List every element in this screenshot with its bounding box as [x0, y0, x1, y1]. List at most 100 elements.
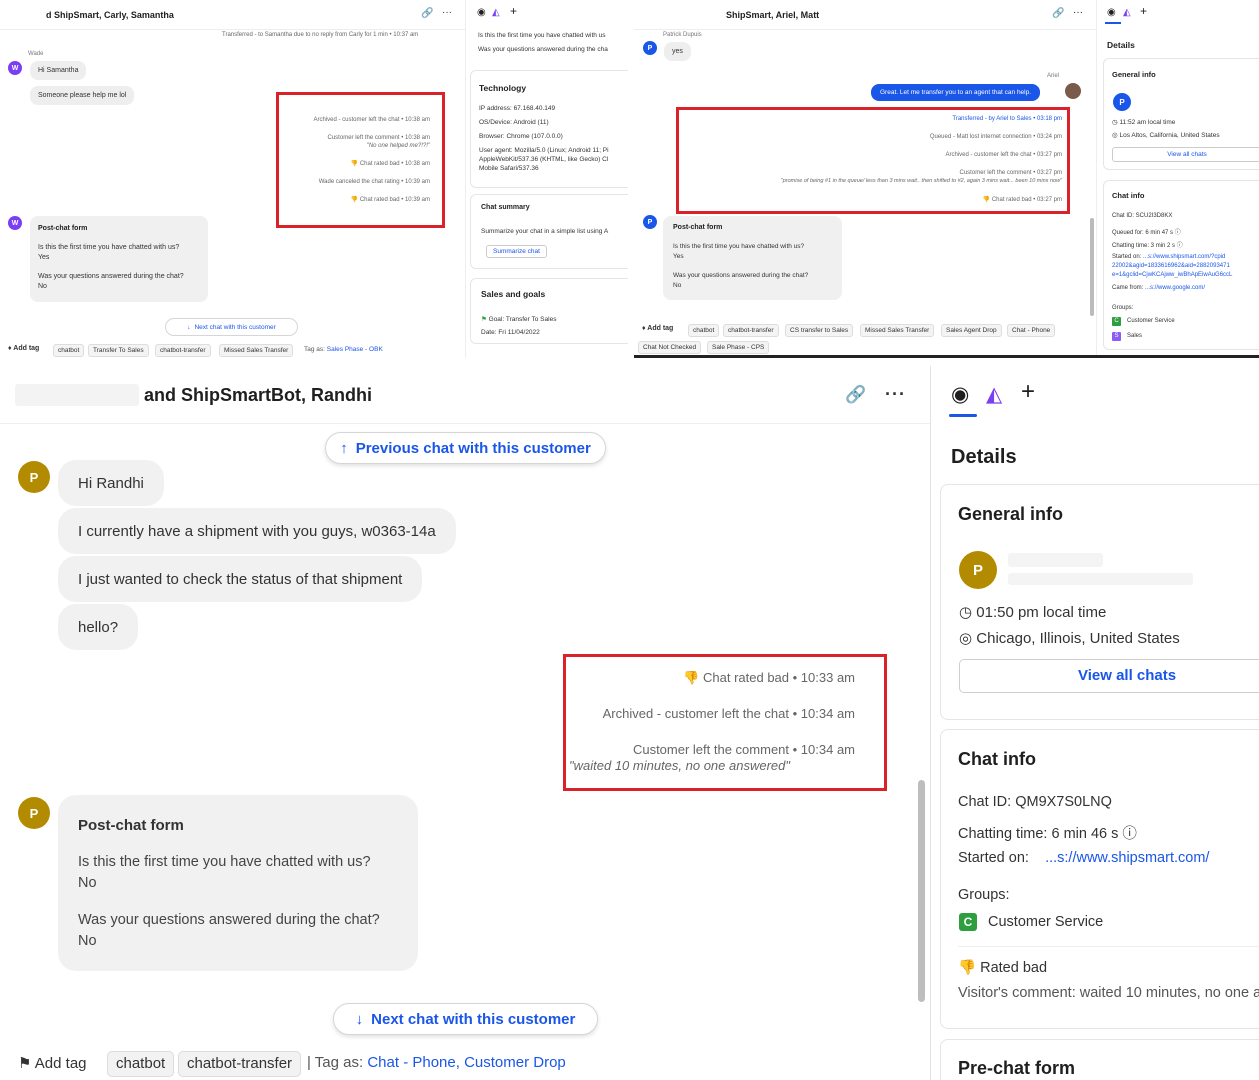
- avatar: P: [959, 551, 997, 589]
- started-link-cont[interactable]: e=1&gclid=CjwKCAjww_iwBhApEiwAuG6ccL: [1112, 272, 1232, 278]
- visitor-comment-text: waited 10 minutes, no one a: [1079, 985, 1259, 1001]
- came-from: Came from: ...s://www.google.com/: [1112, 285, 1205, 291]
- tag[interactable]: Missed Sales Transfer: [219, 344, 294, 357]
- info-icon[interactable]: ⓘ: [1122, 826, 1137, 842]
- chatting-text: Chatting time: 3 min 2 s: [1112, 243, 1176, 249]
- summary-text: Summarize your chat in a simple list usi…: [481, 228, 609, 235]
- tag[interactable]: chatbot: [107, 1051, 175, 1077]
- customer-tab-icon[interactable]: ◉: [951, 382, 969, 407]
- redacted-customer-name: [1008, 553, 1103, 567]
- add-tag-button[interactable]: ♦ Add tag: [642, 325, 673, 332]
- local-time-text: 11:52 am local time: [1119, 119, 1176, 126]
- link-icon[interactable]: 🔗: [845, 385, 866, 405]
- apps-tab-icon[interactable]: ◭: [1123, 7, 1131, 18]
- apps-tab-icon[interactable]: ◭: [492, 7, 500, 18]
- message-bubble: hello?: [58, 604, 139, 650]
- tag-as: | Tag as: Chat - Phone, Customer Drop: [307, 1054, 566, 1071]
- started-link[interactable]: ...s://www.shipsmart.com/: [1045, 850, 1209, 866]
- apps-tab-icon[interactable]: ◭: [986, 382, 1002, 407]
- chat-id: Chat ID: QM9X7S0LNQ: [958, 794, 1112, 810]
- view-all-chats-button[interactable]: View all chats: [959, 659, 1259, 693]
- scrollbar[interactable]: [918, 780, 925, 1002]
- group-name: Customer Service: [988, 914, 1104, 930]
- queued-time: Queued for: 6 min 47 s ⓘ: [1112, 227, 1181, 236]
- general-info-card: General info P ◷ 01:50 pm local time ◎ C…: [940, 484, 1259, 720]
- chatting-time: Chatting time: 6 min 46 s ⓘ: [958, 822, 1137, 843]
- form-answer: No: [38, 283, 47, 290]
- rated-bad: 👎 Rated bad: [958, 959, 1047, 976]
- add-tab-icon[interactable]: +: [1021, 378, 1035, 406]
- next-chat-button[interactable]: ↓ Next chat with this customer: [333, 1003, 598, 1035]
- more-icon[interactable]: ···: [442, 7, 452, 18]
- avatar: P: [643, 41, 657, 55]
- tag[interactable]: Sales Agent Drop: [941, 324, 1002, 337]
- location-text: Los Altos, California, United States: [1119, 132, 1220, 139]
- tag-as-value[interactable]: Sales Phase - OBK: [327, 346, 383, 353]
- tag[interactable]: chatbot: [688, 324, 720, 337]
- card-title: Chat info: [958, 749, 1036, 769]
- message-bubble: Hi Samantha: [30, 61, 87, 80]
- location-pin-icon: ◎: [959, 630, 973, 647]
- redacted-name: [15, 384, 139, 406]
- chatting-time: Chatting time: 3 min 2 s ⓘ: [1112, 240, 1183, 249]
- group-badge: S: [1112, 332, 1121, 341]
- card-title: Chat summary: [481, 204, 530, 211]
- scrollbar[interactable]: [1090, 218, 1094, 316]
- tag[interactable]: chatbot-transfer: [155, 344, 211, 357]
- highlight-box: [276, 92, 445, 228]
- general-info-card: General info P ◷ 11:52 am local time ◎ L…: [1103, 58, 1259, 170]
- add-tab-icon[interactable]: +: [510, 4, 517, 18]
- came-link[interactable]: ...s://www.google.com/: [1145, 285, 1205, 291]
- tag[interactable]: Chat Not Checked: [638, 341, 702, 354]
- highlight-box: [676, 107, 1070, 214]
- add-tag-button[interactable]: ♦ Add tag: [8, 345, 39, 352]
- started-link-cont[interactable]: 22002&agid=1833616962&aid=2882093471: [1112, 263, 1230, 269]
- form-question: Is this the first time you have chatted …: [78, 854, 371, 870]
- more-icon[interactable]: ···: [1073, 7, 1083, 18]
- tag-as-value[interactable]: Chat - Phone, Customer Drop: [367, 1054, 565, 1071]
- link-icon[interactable]: 🔗: [421, 8, 433, 19]
- sender-name: Patrick Dupuis: [663, 32, 702, 38]
- group-badge: C: [959, 913, 977, 931]
- flag-icon: ⚑: [481, 316, 487, 323]
- divider: [958, 946, 1259, 947]
- add-tag-label: Add tag: [647, 325, 674, 332]
- details-heading: Details: [951, 446, 1017, 468]
- customer-tab-icon[interactable]: ◉: [1107, 7, 1116, 18]
- add-tag-label: Add tag: [13, 345, 40, 352]
- tab-underline: [1105, 22, 1121, 24]
- tag[interactable]: chatbot-transfer: [723, 324, 779, 337]
- add-tag-button[interactable]: ⚑ Add tag: [18, 1054, 87, 1072]
- message-bubble: I currently have a shipment with you guy…: [58, 508, 456, 554]
- thumbs-down-icon: 👎: [958, 960, 977, 976]
- tag[interactable]: Sale Phase - CPS: [707, 341, 770, 354]
- view-all-chats-button[interactable]: View all chats: [1112, 147, 1259, 162]
- location: ◎ Los Altos, California, United States: [1112, 131, 1220, 139]
- visitor-comment: Visitor's comment: waited 10 minutes, no…: [958, 985, 1259, 1001]
- info-icon[interactable]: ⓘ: [1177, 243, 1183, 249]
- post-chat-form: Post-chat form Is this the first time yo…: [30, 216, 208, 302]
- details-heading: Details: [1107, 40, 1135, 50]
- started-link[interactable]: ...s://www.shipsmart.com/?cpid: [1143, 254, 1225, 260]
- tag[interactable]: CS transfer to Sales: [785, 324, 854, 337]
- summarize-button[interactable]: Summarize chat: [486, 245, 547, 258]
- link-icon[interactable]: 🔗: [1052, 8, 1064, 19]
- transfer-note: Transferred - to Samantha due to no repl…: [222, 32, 419, 38]
- tag[interactable]: chatbot: [53, 344, 85, 357]
- customer-tab-icon[interactable]: ◉: [477, 7, 486, 18]
- previous-chat-button[interactable]: ↑ Previous chat with this customer: [325, 432, 606, 464]
- tag-as: Tag as: Sales Phase - OBK: [304, 346, 383, 353]
- group-name: Customer Service: [1127, 318, 1175, 324]
- tag[interactable]: Chat - Phone: [1007, 324, 1056, 337]
- next-chat-button[interactable]: ↓ Next chat with this customer: [165, 318, 298, 336]
- chat-header: and ShipSmartBot, Randhi 🔗 ···: [0, 366, 930, 424]
- tag[interactable]: chatbot-transfer: [178, 1051, 302, 1077]
- user-agent: Mobile Safari/537.36: [479, 165, 539, 172]
- more-icon[interactable]: ···: [885, 384, 906, 405]
- tag[interactable]: Transfer To Sales: [88, 344, 149, 357]
- add-tab-icon[interactable]: +: [1140, 4, 1147, 18]
- tag[interactable]: Missed Sales Transfer: [860, 324, 935, 337]
- info-icon[interactable]: ⓘ: [1175, 230, 1181, 236]
- sales-goals-card: Sales and goals ⚑ Goal: Transfer To Sale…: [470, 278, 628, 344]
- local-time: ◷ 01:50 pm local time: [959, 603, 1106, 621]
